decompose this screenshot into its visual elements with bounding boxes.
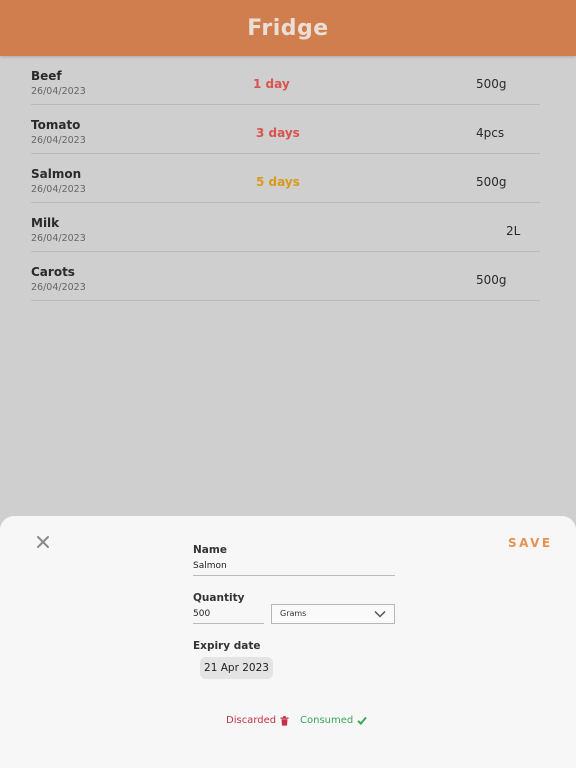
discarded-label: Discarded bbox=[226, 715, 277, 726]
list-item[interactable]: Tomato 26/04/2023 3 days 4pcs bbox=[31, 105, 540, 154]
item-quantity: 500g bbox=[476, 77, 507, 91]
checkmark-icon bbox=[357, 716, 367, 725]
item-date: 26/04/2023 bbox=[31, 184, 86, 195]
quantity-label: Quantity bbox=[193, 592, 245, 604]
list-item[interactable]: Milk 26/04/2023 2L bbox=[31, 203, 540, 252]
consumed-label: Consumed bbox=[300, 715, 354, 726]
quantity-input[interactable] bbox=[193, 608, 264, 624]
unit-select-value: Grams bbox=[280, 609, 307, 618]
item-quantity: 2L bbox=[506, 224, 521, 238]
name-label: Name bbox=[193, 544, 227, 556]
page-title: Fridge bbox=[247, 15, 329, 41]
close-icon bbox=[37, 536, 49, 548]
name-input[interactable] bbox=[193, 560, 395, 576]
item-name: Beef bbox=[31, 69, 62, 83]
item-date: 26/04/2023 bbox=[31, 86, 86, 97]
list-item[interactable]: Salmon 26/04/2023 5 days 500g bbox=[31, 154, 540, 203]
item-name: Tomato bbox=[31, 118, 81, 132]
chevron-down-icon bbox=[374, 610, 386, 618]
expiry-date-picker[interactable]: 21 Apr 2023 bbox=[200, 657, 273, 679]
item-name: Salmon bbox=[31, 167, 82, 181]
item-date: 26/04/2023 bbox=[31, 135, 86, 146]
item-date: 26/04/2023 bbox=[31, 282, 86, 293]
item-expiry: 5 days bbox=[256, 175, 300, 189]
item-quantity: 500g bbox=[476, 175, 507, 189]
item-name: Milk bbox=[31, 216, 60, 230]
fridge-item-list: Beef 26/04/2023 1 day 500g Tomato 26/04/… bbox=[31, 56, 540, 301]
item-quantity: 500g bbox=[476, 273, 507, 287]
item-name: Carots bbox=[31, 265, 75, 279]
edit-item-sheet: SAVE Name Quantity Grams Expiry date 21 … bbox=[0, 516, 576, 768]
item-expiry: 3 days bbox=[256, 126, 300, 140]
item-date: 26/04/2023 bbox=[31, 233, 86, 244]
unit-select[interactable]: Grams bbox=[271, 604, 395, 624]
item-quantity: 4pcs bbox=[476, 126, 505, 140]
discarded-button[interactable]: Discarded bbox=[226, 715, 289, 726]
list-item[interactable]: Carots 26/04/2023 500g bbox=[31, 252, 540, 301]
app-header: Fridge bbox=[0, 0, 576, 56]
consumed-button[interactable]: Consumed bbox=[300, 715, 367, 726]
item-expiry: 1 day bbox=[253, 77, 290, 91]
trash-icon bbox=[280, 715, 289, 726]
expiry-date-label: Expiry date bbox=[193, 640, 261, 652]
save-button[interactable]: SAVE bbox=[508, 536, 553, 550]
list-item[interactable]: Beef 26/04/2023 1 day 500g bbox=[31, 56, 540, 105]
close-button[interactable] bbox=[34, 532, 52, 552]
